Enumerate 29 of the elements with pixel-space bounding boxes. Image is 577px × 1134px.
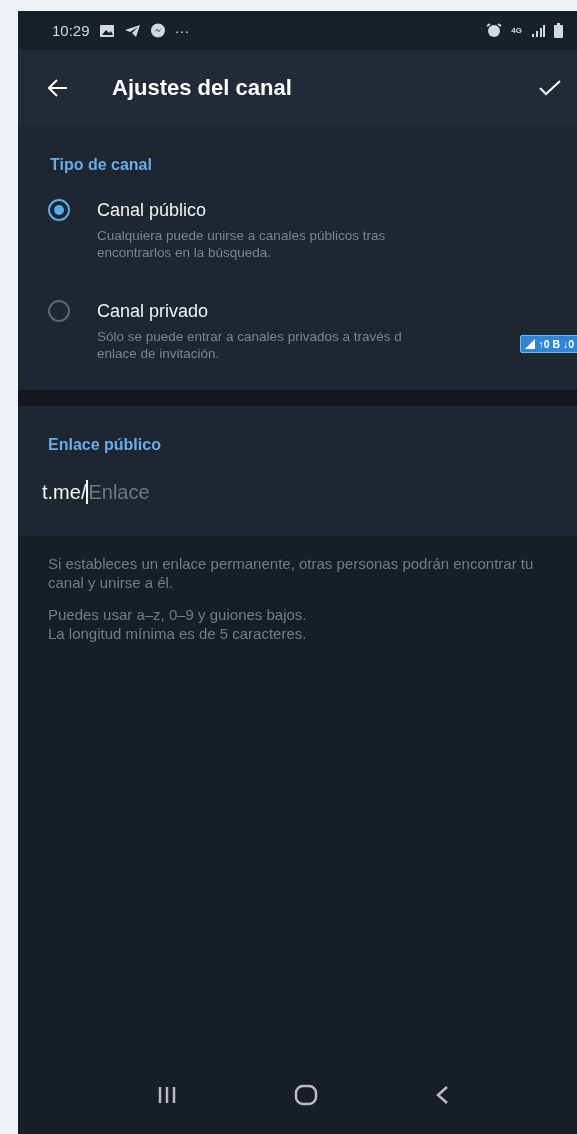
link-input[interactable]: Enlace [88, 480, 289, 504]
paper-plane-icon [123, 23, 141, 38]
help-text: Puedes usar a–z, 0–9 y guiones bajos. La longitud mínima es de 5 caracteres. [48, 605, 308, 643]
back-arrow-icon[interactable] [48, 79, 68, 97]
back-icon[interactable] [434, 1085, 449, 1105]
recent-apps-icon[interactable] [156, 1086, 177, 1104]
checkmark-icon[interactable] [539, 80, 561, 96]
screen-title: Ajustes del canal [112, 75, 293, 101]
option-label: Canal público [97, 200, 208, 221]
home-icon[interactable] [293, 1084, 318, 1106]
link-prefix: t.me/ [42, 480, 87, 504]
network-type: 4G [511, 26, 522, 35]
radio-button[interactable] [48, 199, 70, 221]
battery-icon [554, 23, 563, 38]
section-heading: Enlace público [48, 436, 162, 454]
more-notifications: ··· [174, 22, 190, 39]
section-heading: Tipo de canal [50, 156, 153, 174]
gallery-icon [98, 23, 115, 38]
chat-bubble-icon [149, 22, 166, 39]
status-time: 10:29 [52, 22, 90, 39]
signal-triangle-icon [525, 339, 536, 349]
option-description: Sólo se puede entrar a canales privados a través d enlace de invitación. [97, 328, 402, 362]
option-description: Cualquiera puede unirse a canales públicos tras encontrarlos en la búsqueda. [97, 227, 386, 261]
speed-text: ↑0 B ↓0 [538, 338, 574, 350]
help-text: Si estableces un enlace permanente, otras personas podrán encontrar tu canal y unirse a él. [48, 554, 535, 592]
alarm-icon [486, 23, 503, 38]
signal-icon [531, 24, 545, 37]
option-label: Canal privado [97, 301, 210, 322]
radio-button[interactable] [48, 300, 70, 322]
